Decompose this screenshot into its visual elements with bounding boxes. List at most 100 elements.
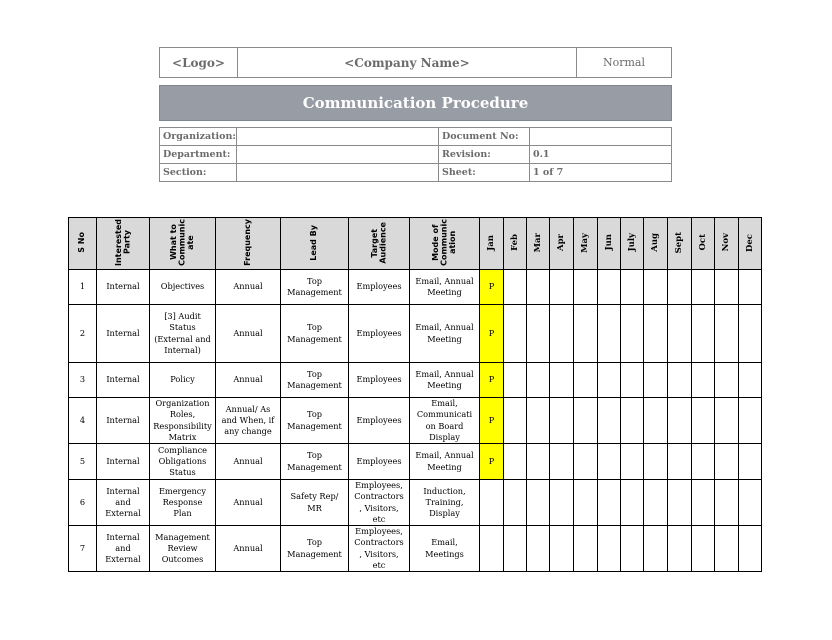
cell-month-may[interactable] bbox=[573, 269, 598, 305]
cell-month-sept[interactable] bbox=[667, 479, 692, 526]
cell-month-feb[interactable] bbox=[503, 525, 527, 572]
cell-lead: Safety Rep/ MR bbox=[280, 479, 349, 526]
cell-month-aug[interactable] bbox=[643, 304, 668, 363]
organization-value[interactable] bbox=[236, 127, 439, 146]
cell-month-jan[interactable]: P bbox=[479, 443, 504, 480]
cell-month-jun[interactable] bbox=[597, 269, 621, 305]
cell-month-apr[interactable] bbox=[549, 525, 574, 572]
cell-month-jan[interactable] bbox=[479, 525, 504, 572]
cell-month-july[interactable] bbox=[620, 525, 644, 572]
cell-month-aug[interactable] bbox=[643, 525, 668, 572]
cell-month-aug[interactable] bbox=[643, 269, 668, 305]
cell-month-oct[interactable] bbox=[691, 362, 715, 398]
cell-month-nov[interactable] bbox=[714, 362, 739, 398]
cell-month-mar[interactable] bbox=[526, 397, 550, 444]
cell-month-jun[interactable] bbox=[597, 397, 621, 444]
cell-month-july[interactable] bbox=[620, 479, 644, 526]
cell-month-oct[interactable] bbox=[691, 397, 715, 444]
cell-month-sept[interactable] bbox=[667, 397, 692, 444]
cell-month-apr[interactable] bbox=[549, 397, 574, 444]
cell-month-nov[interactable] bbox=[714, 525, 739, 572]
cell-month-dec[interactable] bbox=[738, 479, 762, 526]
cell-month-dec[interactable] bbox=[738, 362, 762, 398]
cell-month-may[interactable] bbox=[573, 443, 598, 480]
month-label: Jan bbox=[486, 234, 497, 251]
cell-month-jan[interactable]: P bbox=[479, 304, 504, 363]
cell-month-apr[interactable] bbox=[549, 304, 574, 363]
cell-month-apr[interactable] bbox=[549, 479, 574, 526]
cell-month-aug[interactable] bbox=[643, 397, 668, 444]
cell-month-nov[interactable] bbox=[714, 443, 739, 480]
cell-month-jun[interactable] bbox=[597, 304, 621, 363]
cell-month-july[interactable] bbox=[620, 397, 644, 444]
cell-month-may[interactable] bbox=[573, 397, 598, 444]
cell-sno: 3 bbox=[68, 362, 97, 398]
cell-month-aug[interactable] bbox=[643, 443, 668, 480]
cell-month-jan[interactable] bbox=[479, 479, 504, 526]
cell-month-jun[interactable] bbox=[597, 443, 621, 480]
document-no-value[interactable] bbox=[529, 127, 672, 146]
cell-month-mar[interactable] bbox=[526, 304, 550, 363]
department-value[interactable] bbox=[236, 145, 439, 164]
cell-month-jun[interactable] bbox=[597, 525, 621, 572]
cell-month-july[interactable] bbox=[620, 443, 644, 480]
cell-month-nov[interactable] bbox=[714, 397, 739, 444]
cell-month-mar[interactable] bbox=[526, 525, 550, 572]
cell-month-oct[interactable] bbox=[691, 479, 715, 526]
cell-month-oct[interactable] bbox=[691, 443, 715, 480]
month-label: May bbox=[580, 232, 591, 253]
cell-month-dec[interactable] bbox=[738, 304, 762, 363]
cell-month-mar[interactable] bbox=[526, 269, 550, 305]
cell-month-apr[interactable] bbox=[549, 443, 574, 480]
section-value[interactable] bbox=[236, 163, 439, 182]
revision-value[interactable]: 0.1 bbox=[529, 145, 672, 164]
cell-month-oct[interactable] bbox=[691, 269, 715, 305]
cell-month-mar[interactable] bbox=[526, 443, 550, 480]
cell-month-apr[interactable] bbox=[549, 269, 574, 305]
cell-month-nov[interactable] bbox=[714, 269, 739, 305]
cell-month-july[interactable] bbox=[620, 304, 644, 363]
cell-month-feb[interactable] bbox=[503, 362, 527, 398]
cell-month-may[interactable] bbox=[573, 304, 598, 363]
cell-month-may[interactable] bbox=[573, 479, 598, 526]
cell-month-sept[interactable] bbox=[667, 269, 692, 305]
cell-month-apr[interactable] bbox=[549, 362, 574, 398]
cell-month-jun[interactable] bbox=[597, 479, 621, 526]
cell-month-dec[interactable] bbox=[738, 269, 762, 305]
column-header-oct: Oct bbox=[691, 217, 715, 270]
cell-month-may[interactable] bbox=[573, 525, 598, 572]
cell-month-jan[interactable]: P bbox=[479, 362, 504, 398]
cell-month-sept[interactable] bbox=[667, 525, 692, 572]
cell-month-oct[interactable] bbox=[691, 304, 715, 363]
cell-month-sept[interactable] bbox=[667, 362, 692, 398]
cell-month-jan[interactable]: P bbox=[479, 269, 504, 305]
cell-month-sept[interactable] bbox=[667, 443, 692, 480]
column-header-lead-by: Lead By bbox=[280, 217, 349, 270]
cell-month-mar[interactable] bbox=[526, 362, 550, 398]
column-header-label: Mode of Communic ation bbox=[430, 219, 457, 266]
cell-month-jun[interactable] bbox=[597, 362, 621, 398]
cell-month-aug[interactable] bbox=[643, 479, 668, 526]
cell-month-jan[interactable]: P bbox=[479, 397, 504, 444]
cell-month-nov[interactable] bbox=[714, 479, 739, 526]
cell-month-dec[interactable] bbox=[738, 397, 762, 444]
cell-month-nov[interactable] bbox=[714, 304, 739, 363]
cell-month-feb[interactable] bbox=[503, 479, 527, 526]
cell-month-mar[interactable] bbox=[526, 479, 550, 526]
cell-month-dec[interactable] bbox=[738, 443, 762, 480]
cell-month-feb[interactable] bbox=[503, 397, 527, 444]
cell-month-feb[interactable] bbox=[503, 269, 527, 305]
cell-month-feb[interactable] bbox=[503, 304, 527, 363]
cell-month-oct[interactable] bbox=[691, 525, 715, 572]
cell-sno: 5 bbox=[68, 443, 97, 480]
cell-month-dec[interactable] bbox=[738, 525, 762, 572]
cell-month-feb[interactable] bbox=[503, 443, 527, 480]
cell-month-sept[interactable] bbox=[667, 304, 692, 363]
cell-month-july[interactable] bbox=[620, 269, 644, 305]
cell-month-aug[interactable] bbox=[643, 362, 668, 398]
column-header-july: July bbox=[620, 217, 644, 270]
sheet-value[interactable]: 1 of 7 bbox=[529, 163, 672, 182]
cell-audience: Employees bbox=[348, 269, 410, 305]
cell-month-may[interactable] bbox=[573, 362, 598, 398]
cell-month-july[interactable] bbox=[620, 362, 644, 398]
